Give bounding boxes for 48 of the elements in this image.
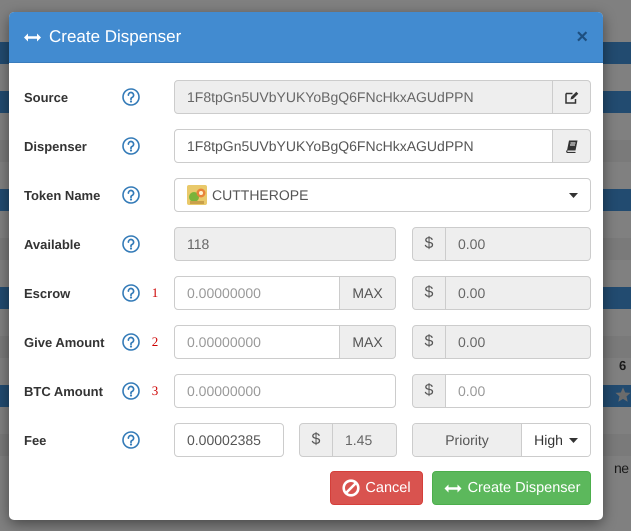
max-button[interactable]: MAX: [340, 325, 396, 359]
help-icon[interactable]: [122, 186, 140, 204]
step-number: 1: [152, 285, 158, 301]
cancel-button[interactable]: Cancel: [330, 471, 423, 505]
amount-field[interactable]: 0.00000000: [174, 374, 396, 408]
help-icon[interactable]: [122, 431, 140, 449]
usd-field[interactable]: 0.00: [446, 374, 591, 408]
dialog-title: Create Dispenser: [49, 27, 182, 47]
caret-icon: [569, 192, 578, 198]
currency-addon: $: [412, 374, 446, 408]
address-field[interactable]: 1F8tpGn5UVbYUKYoBgQ6FNcHkxAGUdPPN: [174, 129, 553, 163]
edit-icon[interactable]: [564, 90, 578, 104]
token-select[interactable]: CUTTHEROPE: [174, 178, 591, 212]
max-button[interactable]: MAX: [340, 276, 396, 310]
amount-field[interactable]: 0.00000000: [174, 276, 340, 310]
prohibited-icon: [342, 479, 360, 497]
help-icon[interactable]: [122, 382, 140, 400]
book-icon[interactable]: [566, 140, 578, 152]
arrows-icon: [442, 484, 463, 492]
help-icon[interactable]: [122, 333, 140, 351]
help-icon[interactable]: [122, 88, 140, 106]
background-text: 6: [619, 358, 626, 373]
step-number: 2: [152, 334, 158, 350]
field-label: Fee: [24, 432, 48, 448]
field-label: BTC Amount: [24, 384, 104, 398]
currency-addon: $: [299, 423, 333, 457]
create-button[interactable]: Create Dispenser: [432, 471, 591, 505]
currency-addon: $: [412, 325, 446, 359]
caret-icon: [568, 438, 578, 442]
help-icon[interactable]: [122, 235, 140, 253]
fee-field[interactable]: 0.00002385: [174, 423, 284, 457]
star-icon: [615, 387, 631, 403]
field-label: Token Name: [24, 188, 102, 202]
help-icon[interactable]: [122, 284, 140, 302]
field-label: Available: [24, 236, 82, 252]
priority-label: Priority: [413, 424, 522, 456]
currency-addon: $: [412, 276, 446, 310]
background-text: ne: [614, 460, 629, 476]
field-label: Escrow: [24, 286, 72, 300]
step-number: 3: [152, 383, 158, 399]
arrows-icon: [24, 32, 41, 42]
amount-field[interactable]: 0.00000000: [174, 325, 340, 359]
currency-addon: $: [412, 227, 446, 261]
field-label: Source: [24, 90, 70, 104]
field-label: Dispenser: [24, 138, 88, 154]
token-icon: [187, 185, 207, 205]
help-icon[interactable]: [122, 137, 140, 155]
field-label: Give Amount: [24, 334, 106, 350]
